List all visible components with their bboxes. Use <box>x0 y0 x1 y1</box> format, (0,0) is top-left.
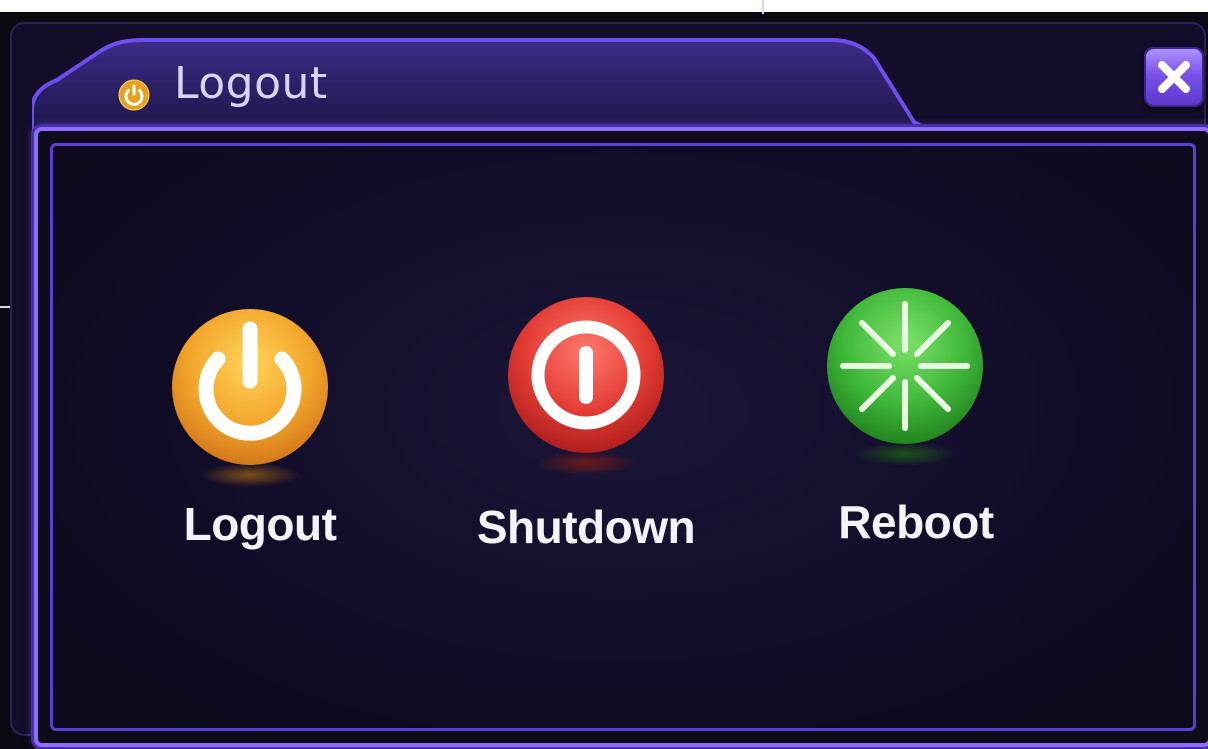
logout-button[interactable]: Logout <box>130 309 390 572</box>
stop-icon <box>508 297 664 475</box>
shutdown-label: Shutdown <box>476 501 696 553</box>
dialog-title: Logout <box>174 58 328 109</box>
divider <box>762 0 764 14</box>
shutdown-button[interactable]: Shutdown <box>456 297 716 567</box>
reboot-label: Reboot <box>838 496 994 548</box>
close-icon <box>1158 61 1190 93</box>
logout-dialog: Logout Logout Shutdown Reboot <box>10 22 1208 747</box>
reboot-burst-icon <box>827 288 983 466</box>
power-icon <box>172 309 328 487</box>
close-button[interactable] <box>1144 47 1204 107</box>
reboot-button[interactable]: Reboot <box>786 288 1046 562</box>
logout-label: Logout <box>183 498 337 550</box>
title-tab <box>32 32 932 132</box>
power-icon <box>118 79 150 111</box>
